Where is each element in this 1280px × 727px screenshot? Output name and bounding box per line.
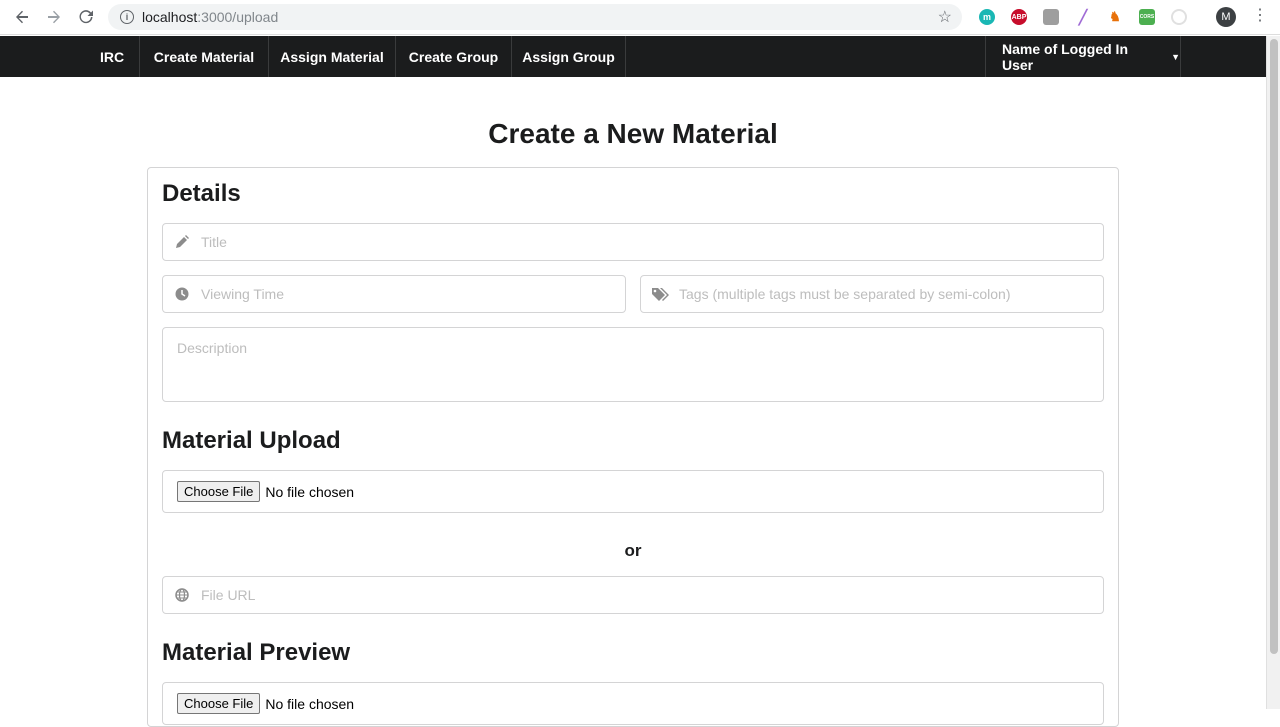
globe-icon [163, 588, 201, 602]
scrollbar-thumb[interactable] [1270, 39, 1278, 654]
circle-extension-icon[interactable] [1171, 9, 1187, 25]
m-extension-icon[interactable]: m [979, 9, 995, 25]
cors-extension-icon[interactable]: CORS [1139, 9, 1155, 25]
url-path: :3000/upload [197, 9, 279, 25]
choose-file-button[interactable]: Choose File [177, 481, 261, 502]
preview-choose-file-button[interactable]: Choose File [177, 693, 261, 714]
pencil-icon [163, 235, 201, 249]
url-host: localhost [142, 9, 198, 25]
description-textarea[interactable]: Description [162, 327, 1104, 402]
user-menu-dropdown[interactable]: Name of Logged In User ▼ [985, 36, 1181, 77]
forward-arrow-icon[interactable] [44, 7, 64, 27]
figure-extension-icon[interactable]: ♞ [1107, 9, 1123, 25]
adblock-plus-icon[interactable]: ABP [1011, 9, 1027, 25]
title-placeholder: Title [201, 234, 227, 250]
user-name: Name of Logged In User [1002, 40, 1128, 73]
preview-file-input: Choose File No file chosen [162, 682, 1104, 725]
nav-assign-material[interactable]: Assign Material [269, 36, 396, 77]
or-separator: or [624, 541, 642, 560]
file-url-field[interactable]: File URL [162, 576, 1104, 614]
info-icon[interactable]: i [120, 10, 134, 24]
app-navbar: IRC Create Material Assign Material Crea… [0, 36, 1266, 77]
pen-extension-icon[interactable]: ╱ [1075, 9, 1091, 25]
material-upload-heading: Material Upload [162, 427, 341, 454]
file-url-placeholder: File URL [201, 587, 256, 603]
page-scrollbar[interactable] [1266, 36, 1280, 709]
details-heading: Details [162, 180, 241, 207]
clock-icon [163, 287, 201, 301]
back-arrow-icon[interactable] [12, 7, 32, 27]
no-file-text: No file chosen [265, 483, 355, 500]
viewing-time-placeholder: Viewing Time [201, 286, 285, 302]
viewing-time-field[interactable]: Viewing Time [162, 275, 626, 313]
tags-icon [641, 287, 679, 301]
profile-avatar[interactable]: M [1216, 7, 1236, 27]
material-preview-heading: Material Preview [162, 639, 351, 666]
preview-no-file-text: No file chosen [265, 695, 355, 712]
title-field[interactable]: Title [162, 223, 1104, 261]
nav-assign-group[interactable]: Assign Group [512, 36, 626, 77]
material-file-input: Choose File No file chosen [162, 470, 1104, 513]
gray-extension-icon[interactable] [1043, 9, 1059, 25]
caret-down-icon: ▼ [1171, 51, 1180, 62]
tags-placeholder: Tags (multiple tags must be separated by… [679, 286, 1011, 302]
reload-icon[interactable] [76, 7, 96, 27]
browser-menu-icon[interactable]: ⋮ [1252, 8, 1268, 24]
tags-field[interactable]: Tags (multiple tags must be separated by… [640, 275, 1104, 313]
page-title: Create a New Material [488, 118, 778, 149]
nav-create-group[interactable]: Create Group [396, 36, 512, 77]
nav-create-material[interactable]: Create Material [140, 36, 269, 77]
brand-link[interactable]: IRC [85, 36, 140, 77]
browser-toolbar: i localhost:3000/upload ☆ m ABP ╱ ♞ CORS… [0, 0, 1280, 35]
bookmark-star-icon[interactable]: ☆ [938, 7, 952, 27]
address-bar[interactable]: i localhost:3000/upload ☆ [108, 4, 962, 30]
